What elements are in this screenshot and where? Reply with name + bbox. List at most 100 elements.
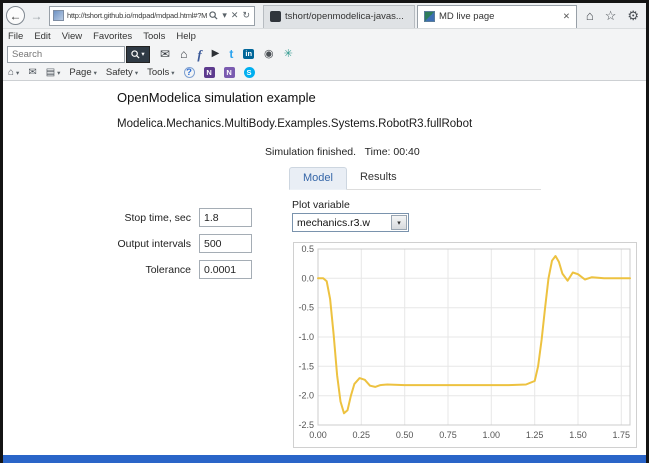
svg-text:-0.5: -0.5 — [298, 303, 314, 313]
tab-results[interactable]: Results — [347, 167, 410, 190]
magnifier-icon — [131, 50, 140, 59]
form-row-tolerance: Tolerance — [97, 260, 252, 279]
taskbar[interactable] — [3, 455, 646, 463]
menu-tools[interactable]: Tools — [143, 31, 165, 42]
tools-menu-label: Tools — [147, 67, 169, 78]
menu-favorites[interactable]: Favorites — [93, 31, 132, 42]
search-icon[interactable] — [207, 11, 220, 20]
reddit-icon[interactable]: ◉ — [264, 49, 274, 60]
refresh-icon[interactable]: ↻ — [240, 10, 252, 21]
navigation-bar: ← → http://tshort.github.io/mdpad/mdpad.… — [3, 3, 646, 29]
print-menu-button[interactable]: ▤ ▾ — [46, 67, 61, 78]
onenote-send-icon[interactable]: N — [224, 67, 235, 78]
browser-tab-github[interactable]: tshort/openmodelica-javas... — [263, 5, 415, 28]
back-icon: ← — [10, 9, 22, 23]
svg-text:1.75: 1.75 — [613, 430, 631, 440]
plot-variable-label: Plot variable — [292, 199, 350, 211]
stop-time-label: Stop time, sec — [97, 212, 191, 224]
simulation-form: Stop time, sec Output intervals Toleranc… — [97, 208, 252, 286]
form-row-output-intervals: Output intervals — [97, 234, 252, 253]
svg-text:1.00: 1.00 — [483, 430, 501, 440]
safety-menu-button[interactable]: Safety ▾ — [106, 67, 138, 78]
tab-model[interactable]: Model — [289, 167, 347, 190]
search-dropdown-icon: ▾ — [141, 50, 144, 58]
output-intervals-label: Output intervals — [97, 238, 191, 250]
svg-text:1.50: 1.50 — [569, 430, 587, 440]
browser-tab-label: MD live page — [439, 11, 558, 22]
home-icon: ⌂ — [8, 67, 14, 78]
browser-window: ← → http://tshort.github.io/mdpad/mdpad.… — [3, 3, 646, 455]
stop-time-input[interactable] — [199, 208, 252, 227]
home-icon[interactable]: ⌂ — [586, 9, 594, 22]
settings-gear-icon[interactable]: ⚙ — [627, 9, 639, 22]
menu-bar: File Edit View Favorites Tools Help — [3, 29, 646, 43]
svg-text:-1.5: -1.5 — [298, 361, 314, 371]
chevron-down-icon: ▾ — [171, 69, 174, 77]
skype-icon[interactable]: S — [244, 67, 255, 78]
svg-text:0.00: 0.00 — [309, 430, 327, 440]
chevron-down-icon: ▾ — [57, 69, 60, 77]
search-go-button[interactable]: ▾ — [126, 46, 150, 63]
menu-view[interactable]: View — [62, 31, 82, 42]
stop-icon[interactable]: ✕ — [229, 10, 241, 21]
svg-text:0.25: 0.25 — [353, 430, 371, 440]
share-icon[interactable]: ✳ — [284, 49, 293, 60]
tolerance-label: Tolerance — [97, 264, 191, 276]
read-mail-button[interactable]: ✉ — [28, 67, 36, 78]
search-input[interactable] — [7, 46, 125, 63]
svg-text:0.0: 0.0 — [301, 273, 314, 283]
favorites-star-icon[interactable]: ☆ — [605, 9, 617, 22]
twitter-icon[interactable]: t — [229, 48, 233, 60]
window-frame: ← → http://tshort.github.io/mdpad/mdpad.… — [0, 0, 649, 463]
home-menu-button[interactable]: ⌂ ▾ — [8, 67, 19, 78]
url-text[interactable]: http://tshort.github.io/mdpad/mdpad.html… — [67, 11, 207, 20]
mdpad-favicon — [424, 11, 435, 22]
browser-tab-label: tshort/openmodelica-javas... — [285, 11, 408, 22]
help-button[interactable]: ? — [184, 67, 195, 78]
chevron-down-icon: ▾ — [94, 69, 97, 77]
svg-text:-2.5: -2.5 — [298, 420, 314, 430]
chevron-down-icon: ▾ — [135, 69, 138, 77]
command-bar: ⌂ ▾ ✉ ▤ ▾ Page ▾ Safety ▾ Tools ▾ ? — [3, 65, 646, 81]
autocomplete-dropdown-icon[interactable]: ▾ — [220, 10, 229, 21]
home-link-icon[interactable]: ⌂ — [180, 48, 187, 60]
links-toolbar: ✉ ⌂ f ▶ t in ◉ ✳ — [160, 48, 293, 61]
tolerance-input[interactable] — [199, 260, 252, 279]
menu-help[interactable]: Help — [176, 31, 196, 42]
linkedin-icon[interactable]: in — [243, 49, 254, 60]
page-content: OpenModelica simulation example Modelica… — [3, 81, 646, 455]
svg-text:0.75: 0.75 — [439, 430, 457, 440]
result-tabs: Model Results — [289, 167, 541, 190]
forward-icon: → — [31, 9, 43, 23]
chevron-down-icon: ▾ — [16, 69, 19, 77]
mail-icon[interactable]: ✉ — [160, 48, 170, 60]
output-intervals-input[interactable] — [199, 234, 252, 253]
browser-tab-md-live-page[interactable]: MD live page ✕ — [417, 5, 577, 28]
svg-text:0.50: 0.50 — [396, 430, 414, 440]
svg-text:-2.0: -2.0 — [298, 391, 314, 401]
address-bar[interactable]: http://tshort.github.io/mdpad/mdpad.html… — [49, 6, 255, 26]
svg-text:-1.0: -1.0 — [298, 332, 314, 342]
simulation-status: Simulation finished. Time: 00:40 — [265, 146, 420, 158]
select-dropdown-icon: ▾ — [391, 215, 407, 230]
page-favicon — [53, 10, 64, 21]
tools-menu-button[interactable]: Tools ▾ — [147, 67, 174, 78]
menu-edit[interactable]: Edit — [34, 31, 50, 42]
mail-icon: ✉ — [28, 67, 36, 78]
github-favicon — [270, 11, 281, 22]
facebook-icon[interactable]: f — [197, 48, 201, 61]
page-title: OpenModelica simulation example — [117, 90, 316, 105]
tab-close-icon[interactable]: ✕ — [563, 11, 570, 22]
browser-tabs: tshort/openmodelica-javas... MD live pag… — [263, 4, 579, 28]
page-menu-button[interactable]: Page ▾ — [69, 67, 96, 78]
youtube-icon[interactable]: ▶ — [212, 49, 220, 59]
onenote-icon[interactable]: N — [204, 67, 215, 78]
svg-text:0.5: 0.5 — [301, 244, 314, 254]
safety-menu-label: Safety — [106, 67, 133, 78]
forward-button[interactable]: → — [27, 6, 46, 25]
browser-actions: ⌂ ☆ ⚙ — [586, 9, 642, 22]
print-icon: ▤ — [46, 67, 55, 78]
plot-variable-select[interactable]: mechanics.r3.w ▾ — [292, 213, 409, 232]
menu-file[interactable]: File — [8, 31, 23, 42]
back-button[interactable]: ← — [6, 6, 25, 25]
